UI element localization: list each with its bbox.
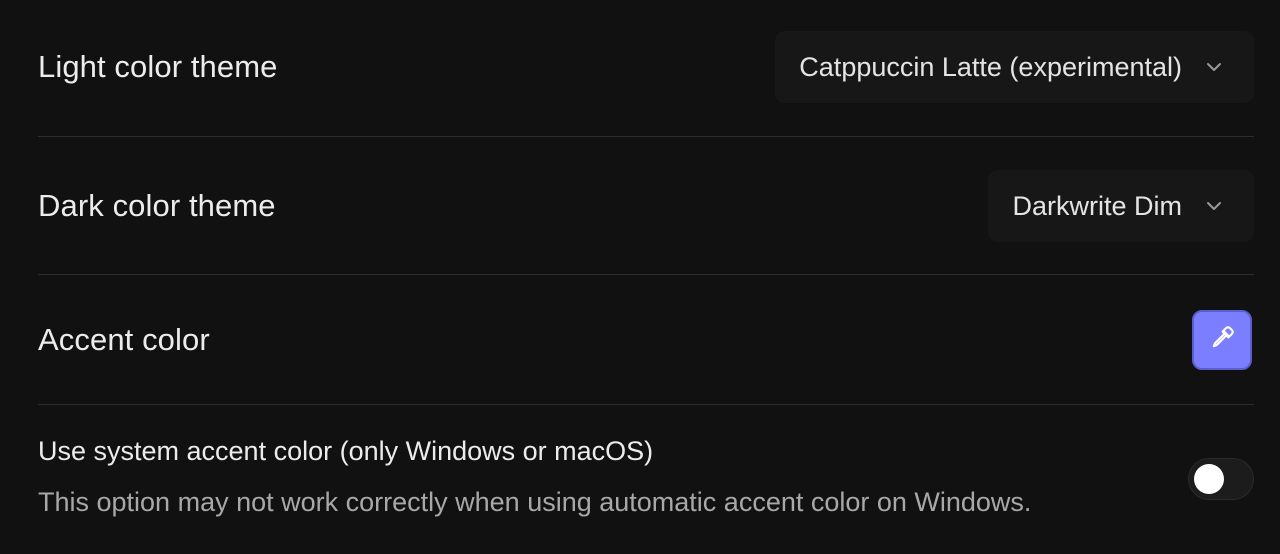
accent-color-row: Accent color [38,308,1254,372]
dark-theme-row: Dark color theme Darkwrite Dim [38,169,1254,243]
chevron-down-icon [1204,196,1224,216]
light-theme-dropdown[interactable]: Catppuccin Latte (experimental) [775,31,1254,103]
system-accent-row: Use system accent color (only Windows or… [38,430,1254,530]
accent-color-label: Accent color [38,322,210,357]
divider [38,136,1254,137]
dark-theme-label: Dark color theme [38,188,276,223]
divider [38,274,1254,275]
divider [38,404,1254,405]
system-accent-toggle[interactable] [1188,458,1254,500]
system-accent-description: This option may not work correctly when … [38,487,1032,517]
system-accent-text: Use system accent color (only Windows or… [38,430,1031,518]
dark-theme-value: Darkwrite Dim [1012,190,1182,221]
accent-color-picker-button[interactable] [1192,310,1252,370]
dark-theme-dropdown[interactable]: Darkwrite Dim [988,170,1254,242]
appearance-settings: Light color theme Catppuccin Latte (expe… [0,0,1280,554]
light-theme-label: Light color theme [38,49,278,84]
light-theme-value: Catppuccin Latte (experimental) [799,51,1182,82]
eyedropper-icon [1208,324,1236,357]
system-accent-title: Use system accent color (only Windows or… [38,436,654,466]
toggle-knob [1194,464,1224,494]
chevron-down-icon [1204,57,1224,77]
light-theme-row: Light color theme Catppuccin Latte (expe… [38,30,1254,104]
